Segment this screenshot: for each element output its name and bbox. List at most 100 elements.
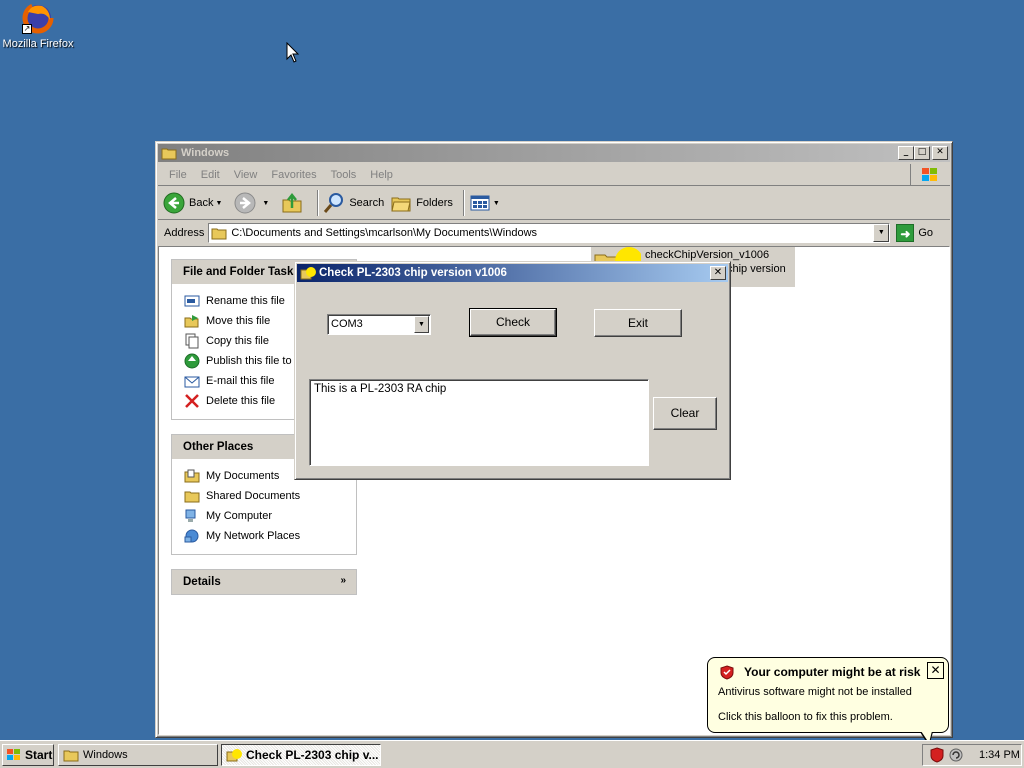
folders-button[interactable]: Folders [390, 192, 453, 214]
copy-icon [185, 333, 199, 349]
place-my-network[interactable]: My Network Places [184, 526, 346, 546]
toolbar-separator [317, 190, 320, 216]
go-button[interactable]: ➜ Go [896, 224, 933, 242]
place-label: My Computer [206, 510, 273, 522]
email-icon [184, 376, 200, 388]
task-label: Move this file [206, 315, 271, 327]
start-button[interactable]: Start [2, 744, 54, 766]
forward-button[interactable]: ▼ [234, 192, 275, 214]
output-textbox[interactable]: This is a PL-2303 RA chip [309, 379, 649, 466]
close-button[interactable]: ✕ [932, 146, 948, 160]
address-value: C:\Documents and Settings\mcarlson\My Do… [231, 227, 538, 239]
task-label: Rename this file [206, 295, 285, 307]
folder-icon [184, 469, 200, 483]
task-label: Copy this file [206, 335, 269, 347]
menu-tools[interactable]: Tools [324, 169, 364, 181]
check-button[interactable]: Check [469, 308, 557, 337]
up-folder-icon [282, 192, 302, 213]
forward-arrow-icon [234, 192, 256, 214]
place-shared-documents[interactable]: Shared Documents [184, 486, 346, 506]
expand-chevron-icon[interactable]: » [340, 575, 346, 586]
security-balloon[interactable]: Your computer might be at risk ✕ Antivir… [707, 657, 949, 733]
toolbar-separator [462, 190, 465, 216]
security-shield-icon[interactable] [929, 747, 945, 763]
folder-icon [63, 750, 79, 762]
explorer-titlebar[interactable]: Windows _ □ ✕ [158, 144, 950, 162]
balloon-message: Antivirus software might not be installe… [718, 686, 912, 698]
address-dropdown-button[interactable]: ▼ [873, 224, 890, 242]
start-label: Start [25, 748, 53, 762]
go-label: Go [918, 227, 934, 239]
output-text: This is a PL-2303 RA chip [314, 383, 447, 395]
desktop-icon-firefox[interactable]: ↗ Mozilla Firefox [2, 2, 74, 50]
dialog-title: Check PL-2303 chip version v1006 [319, 267, 507, 279]
taskbar-button-check-chip[interactable]: Check PL-2303 chip v... [221, 744, 381, 766]
details-panel: Details » [171, 569, 357, 595]
search-button[interactable]: Search [323, 192, 384, 214]
app-icon [226, 749, 242, 762]
balloon-close-button[interactable]: ✕ [927, 662, 944, 679]
up-folder-button[interactable] [281, 192, 307, 214]
exit-button[interactable]: Exit [594, 309, 682, 337]
go-arrow-icon: ➜ [896, 224, 915, 242]
windows-logo-icon [7, 749, 20, 760]
menu-help[interactable]: Help [363, 169, 400, 181]
rename-icon [184, 295, 200, 307]
task-label: Delete this file [206, 395, 276, 407]
panel-title: Details [183, 576, 221, 588]
back-label: Back [189, 197, 214, 209]
place-my-computer[interactable]: My Computer [184, 506, 346, 526]
clear-button[interactable]: Clear [653, 397, 717, 430]
menu-edit[interactable]: Edit [194, 169, 227, 181]
windows-logo-icon [910, 164, 948, 186]
check-chip-dialog[interactable]: Check PL-2303 chip version v1006 ✕ COM3 … [294, 261, 731, 480]
panel-title: File and Folder Tasks [183, 266, 300, 278]
taskbar-button-label: Windows [83, 749, 128, 761]
place-label: My Documents [206, 470, 280, 482]
back-arrow-icon [163, 192, 185, 214]
views-button[interactable]: ▼ [469, 192, 506, 214]
folder-icon [184, 491, 200, 503]
file-name: checkChipVersion_v1006 [645, 249, 770, 261]
search-icon [324, 193, 344, 213]
menu-bar: File Edit View Favorites Tools Help [158, 164, 950, 186]
folder-icon [211, 228, 227, 240]
minimize-button[interactable]: _ [898, 146, 914, 160]
place-label: My Network Places [206, 530, 301, 542]
address-bar: Address C:\Documents and Settings\mcarls… [158, 221, 950, 245]
desktop-icon-label: Mozilla Firefox [2, 38, 74, 50]
balloon-title: Your computer might be at risk [744, 665, 921, 679]
maximize-button[interactable]: □ [914, 146, 930, 160]
com-port-value: COM3 [331, 318, 363, 330]
menu-favorites[interactable]: Favorites [264, 169, 323, 181]
menu-file[interactable]: File [162, 169, 194, 181]
chevron-down-icon[interactable]: ▼ [493, 200, 500, 207]
dialog-titlebar[interactable]: Check PL-2303 chip version v1006 ✕ [297, 264, 728, 282]
shortcut-arrow-icon: ↗ [22, 24, 32, 34]
search-label: Search [349, 197, 385, 209]
computer-icon [185, 509, 196, 522]
chevron-down-icon[interactable]: ▼ [215, 200, 222, 207]
app-icon [300, 267, 316, 280]
update-icon[interactable] [948, 747, 964, 763]
panel-header[interactable]: Details » [172, 570, 356, 594]
clock[interactable]: 1:34 PM [979, 749, 1020, 761]
delete-icon [185, 394, 199, 408]
panel-title: Other Places [183, 441, 254, 453]
move-icon [184, 315, 199, 328]
chevron-down-icon[interactable]: ▼ [414, 316, 429, 333]
dialog-close-button[interactable]: ✕ [710, 266, 726, 280]
views-icon [470, 195, 490, 211]
address-input[interactable]: C:\Documents and Settings\mcarlson\My Do… [208, 223, 891, 243]
com-port-select[interactable]: COM3 ▼ [327, 314, 431, 335]
publish-icon [184, 353, 200, 369]
place-label: Shared Documents [206, 490, 301, 502]
taskbar-button-label: Check PL-2303 chip v... [246, 748, 379, 762]
task-label: E-mail this file [206, 375, 275, 387]
taskbar-button-windows[interactable]: Windows [58, 744, 218, 766]
address-label: Address [164, 227, 205, 239]
menu-view[interactable]: View [227, 169, 265, 181]
network-icon [184, 529, 199, 543]
chevron-down-icon[interactable]: ▼ [262, 200, 269, 207]
back-button[interactable]: Back ▼ [163, 192, 228, 214]
